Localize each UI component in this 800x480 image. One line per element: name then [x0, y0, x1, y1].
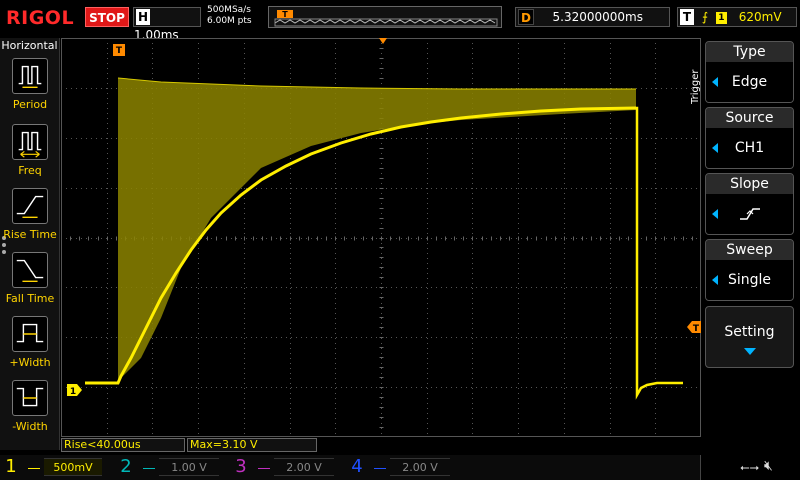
frequency-icon [12, 124, 48, 160]
trigger-source-value: CH1 [734, 140, 765, 156]
delay-box[interactable]: D 5.32000000ms [515, 7, 670, 27]
trigger-sweep-value: Single [727, 272, 772, 288]
dc-coupling-icon [258, 461, 270, 469]
trigger-status-box[interactable]: T ⨍ 1 620mV [677, 7, 797, 27]
measure-freq-button[interactable]: Freq [0, 124, 60, 177]
right-menu-title: Trigger [690, 69, 701, 105]
trigger-level-marker-label: T [693, 324, 700, 333]
period-icon [12, 58, 48, 94]
trigger-type-menu[interactable]: Type Edge [705, 41, 794, 103]
ch1-ground-marker[interactable]: 1 [67, 384, 83, 396]
ch1-ground-marker-label: 1 [70, 387, 76, 396]
delay-label: D [518, 9, 534, 25]
measure-rise-time-button[interactable]: Rise Time [0, 188, 60, 241]
freq-label: Freq [18, 164, 42, 177]
channel-4-number: 4 [351, 456, 363, 477]
measure-negative-width-button[interactable]: -Width [0, 380, 60, 433]
trigger-slope-value-row [706, 194, 793, 234]
measure-period-button[interactable]: Period [0, 58, 60, 111]
measurement-max[interactable]: Max=3.10 V [187, 438, 317, 452]
run-stop-status[interactable]: STOP [85, 7, 129, 27]
rising-edge-icon: ⨍ [701, 10, 709, 24]
negative-width-icon [12, 380, 48, 416]
trigger-slope-menu[interactable]: Slope [705, 173, 794, 235]
trigger-source-head: Source [706, 108, 793, 128]
measure-positive-width-button[interactable]: +Width [0, 316, 60, 369]
chevron-down-icon [743, 348, 756, 355]
channel-1-scale: 500mV [44, 458, 102, 476]
channel-1-number: 1 [5, 456, 17, 477]
channel-3-number: 3 [235, 456, 247, 477]
memory-overview-bar: T [268, 6, 502, 28]
menu-arrow-icon [712, 209, 718, 219]
trigger-position-marker: T [282, 10, 288, 19]
trigger-type-value: Edge [731, 74, 768, 90]
channel-2-scale: 1.00 V [159, 458, 219, 476]
rise-time-icon [12, 188, 48, 224]
trigger-source-badge: 1 [715, 12, 727, 24]
positive-width-label: +Width [9, 356, 51, 369]
channel-3-status[interactable]: 3 2.00 V [230, 455, 340, 480]
horizontal-label: H [136, 9, 150, 25]
trigger-sweep-head: Sweep [706, 240, 793, 260]
usb-icon: ⭠⭢ [740, 460, 760, 474]
waveform-display[interactable]: T [61, 38, 701, 437]
trigger-source-value-row: CH1 [706, 128, 793, 168]
channel-2-status[interactable]: 2 1.00 V [115, 455, 225, 480]
trigger-sweep-value-row: Single [706, 260, 793, 300]
menu-arrow-icon [712, 275, 718, 285]
channel-4-status[interactable]: 4 2.00 V [346, 455, 456, 480]
channel-2-number: 2 [120, 456, 132, 477]
memory-overview-trace [274, 19, 496, 24]
trigger-setting-button[interactable]: Setting [705, 306, 794, 368]
fall-time-label: Fall Time [5, 292, 55, 305]
memory-overview-waveform: T [274, 10, 498, 27]
menu-arrow-icon [712, 77, 718, 87]
trigger-start-marker-label: T [116, 46, 123, 56]
channel-status-bar: 1 500mV 2 1.00 V 3 2.00 V 4 2.00 V [0, 455, 800, 480]
trigger-level-value: 620mV [738, 10, 782, 24]
trigger-sweep-menu[interactable]: Sweep Single [705, 239, 794, 301]
delay-value: 5.32000000ms [552, 10, 643, 24]
horizontal-measure-menu: Horizontal Period Freq Rise Time Fall Ti… [0, 38, 60, 450]
dc-coupling-icon [374, 461, 386, 469]
channel-3-scale: 2.00 V [274, 458, 334, 476]
trigger-slope-head: Slope [706, 174, 793, 194]
channel-1-status[interactable]: 1 500mV [0, 455, 110, 480]
horizontal-timebase[interactable]: H 1.00ms [133, 7, 201, 42]
positive-width-icon [12, 316, 48, 352]
menu-arrow-icon [712, 143, 718, 153]
top-status-bar: RIGOL STOP H 1.00ms 500MSa/s 6.00M pts T… [0, 0, 800, 42]
trigger-source-menu[interactable]: Source CH1 [705, 107, 794, 169]
period-label: Period [12, 98, 48, 111]
speaker-muted-icon[interactable]: 🔇︎ [764, 458, 773, 474]
negative-width-label: -Width [12, 420, 48, 433]
measure-fall-time-button[interactable]: Fall Time [0, 252, 60, 305]
rise-time-label: Rise Time [3, 228, 57, 241]
sample-rate: 500MSa/s [207, 5, 251, 15]
memory-depth: 6.00M pts [207, 16, 252, 26]
rising-slope-icon [739, 208, 760, 220]
left-menu-title: Horizontal [1, 39, 58, 52]
trigger-type-value-row: Edge [706, 62, 793, 102]
dc-coupling-icon [143, 461, 155, 469]
measurement-rise-time[interactable]: Rise<40.00us [61, 438, 185, 452]
dc-coupling-icon [28, 461, 40, 469]
trigger-setting-label: Setting [724, 324, 775, 340]
trigger-label: T [680, 9, 694, 25]
trigger-level-marker[interactable]: T [686, 321, 702, 333]
trigger-type-head: Type [706, 42, 793, 62]
brand-logo: RIGOL [6, 7, 75, 29]
channel-4-scale: 2.00 V [390, 458, 450, 476]
fall-time-icon [12, 252, 48, 288]
acquisition-info: 500MSa/s 6.00M pts [207, 5, 252, 27]
